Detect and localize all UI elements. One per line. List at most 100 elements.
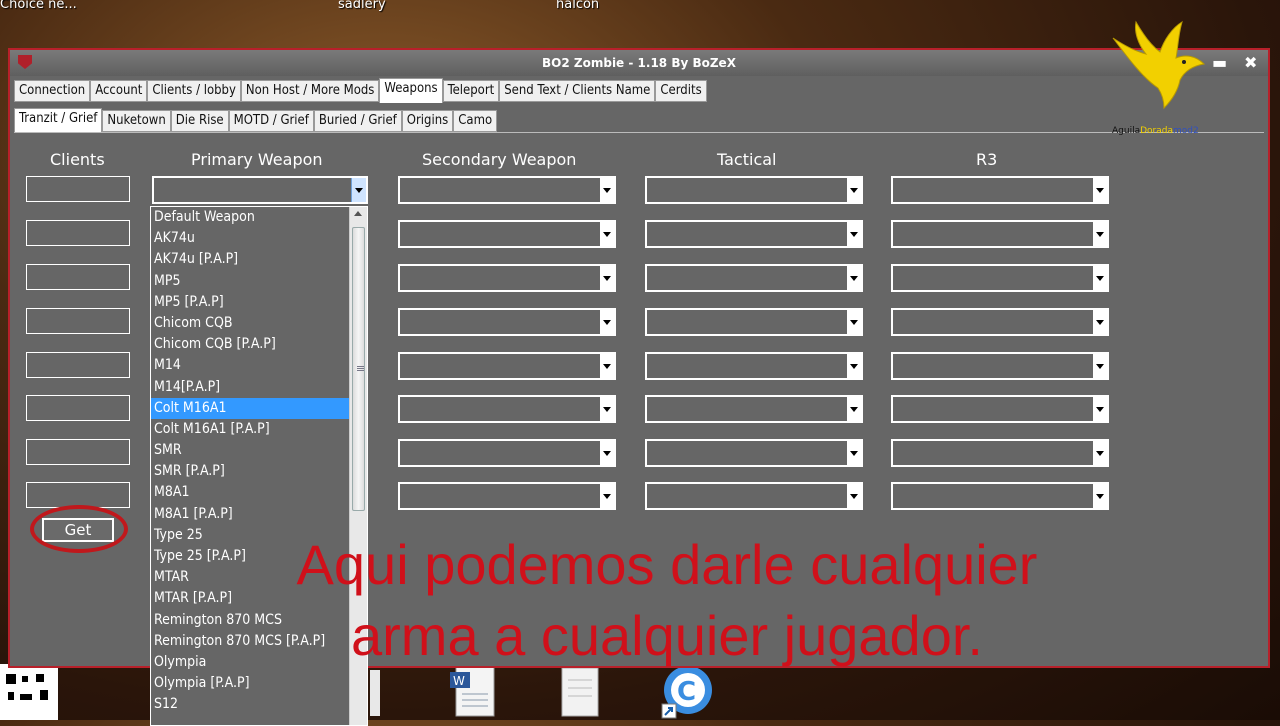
minimize-icon[interactable]: ▬ xyxy=(1212,53,1227,72)
tab-connection[interactable]: Connection xyxy=(14,80,91,102)
tab-teleport[interactable]: Teleport xyxy=(442,80,500,102)
dropdown-option[interactable]: M8A1 [P.A.P] xyxy=(151,504,367,525)
dropdown-option[interactable]: MP5 [P.A.P] xyxy=(151,292,367,313)
chevron-down-icon[interactable] xyxy=(600,178,614,202)
tab-cerdits[interactable]: Cerdits xyxy=(655,80,707,102)
client-field[interactable] xyxy=(26,439,130,465)
dropdown-option[interactable]: M8A1 xyxy=(151,482,367,503)
chevron-down-icon[interactable] xyxy=(847,178,861,202)
scroll-thumb[interactable] xyxy=(352,227,365,511)
chevron-down-icon[interactable] xyxy=(1093,178,1107,202)
dropdown-option[interactable]: Default Weapon xyxy=(151,207,367,228)
chevron-down-icon[interactable] xyxy=(1093,484,1107,508)
dropdown-option[interactable]: Colt M16A1 [P.A.P] xyxy=(151,419,367,440)
client-field[interactable] xyxy=(26,308,130,334)
chevron-down-icon[interactable] xyxy=(600,484,614,508)
secondary-weapon-select[interactable] xyxy=(398,264,616,292)
r3-select[interactable] xyxy=(891,482,1109,510)
secondary-weapon-select[interactable] xyxy=(398,439,616,467)
client-field[interactable] xyxy=(26,395,130,421)
dropdown-option[interactable]: M14 xyxy=(151,355,367,376)
client-field[interactable] xyxy=(26,352,130,378)
subtab-nuketown[interactable]: Nuketown xyxy=(102,110,171,132)
dropdown-option[interactable]: Colt M16A1 xyxy=(151,397,367,419)
chevron-down-icon[interactable] xyxy=(600,222,614,246)
tactical-select[interactable] xyxy=(645,308,863,336)
subtab-buried[interactable]: Buried / Grief xyxy=(313,110,402,132)
chevron-down-icon[interactable] xyxy=(600,310,614,334)
subtab-die-rise[interactable]: Die Rise xyxy=(170,110,229,132)
subtab-tranzit[interactable]: Tranzit / Grief xyxy=(14,108,103,133)
subtab-camo[interactable]: Camo xyxy=(453,110,498,132)
chevron-down-icon[interactable] xyxy=(847,354,861,378)
subtab-motd[interactable]: MOTD / Grief xyxy=(228,110,314,132)
dropdown-option[interactable]: Chicom CQB xyxy=(151,313,367,334)
chevron-down-icon[interactable] xyxy=(847,310,861,334)
r3-select[interactable] xyxy=(891,352,1109,380)
desktop-icon-label[interactable]: sadlery xyxy=(338,0,386,12)
tactical-select[interactable] xyxy=(645,176,863,204)
r3-select[interactable] xyxy=(891,395,1109,423)
secondary-weapon-select[interactable] xyxy=(398,176,616,204)
tab-weapons[interactable]: Weapons xyxy=(379,78,443,103)
desktop-icon-label[interactable]: halcon xyxy=(556,0,599,12)
chevron-down-icon[interactable] xyxy=(351,178,366,202)
dropdown-option[interactable]: AK74u [P.A.P] xyxy=(151,249,367,270)
subtab-origins[interactable]: Origins xyxy=(401,110,454,132)
chevron-down-icon[interactable] xyxy=(600,397,614,421)
client-field[interactable] xyxy=(26,264,130,290)
dropdown-option[interactable]: SMR [P.A.P] xyxy=(151,461,367,482)
tab-clients-lobby[interactable]: Clients / lobby xyxy=(147,80,241,102)
tactical-select[interactable] xyxy=(645,220,863,248)
document-icon[interactable]: W xyxy=(448,664,498,718)
tab-account[interactable]: Account xyxy=(90,80,148,102)
chevron-down-icon[interactable] xyxy=(847,266,861,290)
client-field[interactable] xyxy=(26,220,130,246)
r3-select[interactable] xyxy=(891,308,1109,336)
qr-code-icon[interactable] xyxy=(0,664,58,720)
dropdown-option[interactable]: SMR xyxy=(151,440,367,461)
chevron-down-icon[interactable] xyxy=(847,484,861,508)
chevron-down-icon[interactable] xyxy=(847,222,861,246)
chevron-down-icon[interactable] xyxy=(847,441,861,465)
dropdown-option[interactable]: M14[P.A.P] xyxy=(151,377,367,398)
secondary-weapon-select[interactable] xyxy=(398,395,616,423)
dropdown-option[interactable]: AK74u xyxy=(151,228,367,249)
dropdown-option[interactable]: S12 xyxy=(151,694,367,715)
chevron-down-icon[interactable] xyxy=(1093,310,1107,334)
client-field[interactable] xyxy=(26,176,130,202)
chevron-down-icon[interactable] xyxy=(600,441,614,465)
r3-select[interactable] xyxy=(891,176,1109,204)
ccleaner-icon[interactable]: C xyxy=(660,664,716,720)
chevron-down-icon[interactable] xyxy=(1093,441,1107,465)
r3-select[interactable] xyxy=(891,439,1109,467)
dropdown-option[interactable]: Olympia [P.A.P] xyxy=(151,673,367,694)
chevron-down-icon[interactable] xyxy=(847,397,861,421)
tactical-select[interactable] xyxy=(645,395,863,423)
tab-non-host[interactable]: Non Host / More Mods xyxy=(240,80,380,102)
secondary-weapon-select[interactable] xyxy=(398,220,616,248)
tab-send-text[interactable]: Send Text / Clients Name xyxy=(499,80,656,102)
secondary-weapon-select[interactable] xyxy=(398,308,616,336)
dropdown-option[interactable]: Chicom CQB [P.A.P] xyxy=(151,334,367,355)
chevron-down-icon[interactable] xyxy=(1093,222,1107,246)
dropdown-option[interactable]: MP5 xyxy=(151,271,367,292)
chevron-down-icon[interactable] xyxy=(1093,266,1107,290)
chevron-down-icon[interactable] xyxy=(1093,354,1107,378)
tactical-select[interactable] xyxy=(645,439,863,467)
close-icon[interactable]: ✖ xyxy=(1244,53,1257,72)
chevron-down-icon[interactable] xyxy=(1093,397,1107,421)
tactical-select[interactable] xyxy=(645,482,863,510)
scroll-up-icon[interactable] xyxy=(354,211,362,216)
title-bar[interactable]: BO2 Zombie - 1.18 By BoZeX ▬ ✖ xyxy=(10,50,1268,76)
chevron-down-icon[interactable] xyxy=(600,266,614,290)
secondary-weapon-select[interactable] xyxy=(398,482,616,510)
r3-select[interactable] xyxy=(891,220,1109,248)
desktop-icon-label[interactable]: Choice ne... xyxy=(0,0,77,12)
tactical-select[interactable] xyxy=(645,264,863,292)
file-icon[interactable] xyxy=(560,666,600,718)
secondary-weapon-select[interactable] xyxy=(398,352,616,380)
primary-weapon-select[interactable] xyxy=(152,176,368,204)
tactical-select[interactable] xyxy=(645,352,863,380)
chevron-down-icon[interactable] xyxy=(600,354,614,378)
